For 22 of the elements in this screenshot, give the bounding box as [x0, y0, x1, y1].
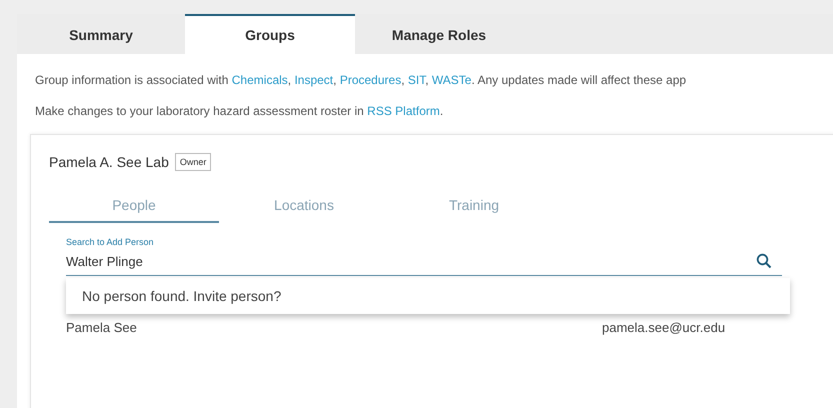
group-name: Pamela A. See Lab: [49, 154, 169, 170]
field-label: Search to Add Person: [66, 237, 155, 247]
role-badge: Owner: [174, 153, 212, 171]
search-icon[interactable]: [756, 253, 772, 269]
person-name: Pamela See: [66, 320, 138, 334]
tab[interactable]: Locations: [219, 189, 389, 223]
search-field[interactable]: Walter Plinge: [66, 247, 782, 276]
link[interactable]: Chemicals: [232, 73, 288, 87]
link[interactable]: SIT: [408, 73, 426, 87]
menu-item[interactable]: No person found. Invite person?: [82, 288, 282, 304]
link[interactable]: Inspect: [294, 73, 334, 87]
tab[interactable]: Groups: [185, 14, 355, 54]
tab[interactable]: People: [49, 189, 219, 223]
tab[interactable]: Training: [389, 189, 559, 223]
link[interactable]: RSS Platform: [367, 104, 440, 118]
link[interactable]: Procedures: [340, 73, 402, 87]
notice-text: Group information is associated with Chemicals, Inspect, Procedures, SIT, WASTe. Any updates made will affect these app: [35, 72, 688, 88]
person-email: pamela.see@ucr.edu: [602, 320, 726, 334]
link[interactable]: WASTe: [432, 73, 472, 87]
tab[interactable]: Manage Roles: [355, 14, 523, 54]
tab[interactable]: Summary: [17, 14, 185, 54]
notice-text: Make changes to your laboratory hazard assessment roster in RSS Platform.: [35, 103, 444, 119]
